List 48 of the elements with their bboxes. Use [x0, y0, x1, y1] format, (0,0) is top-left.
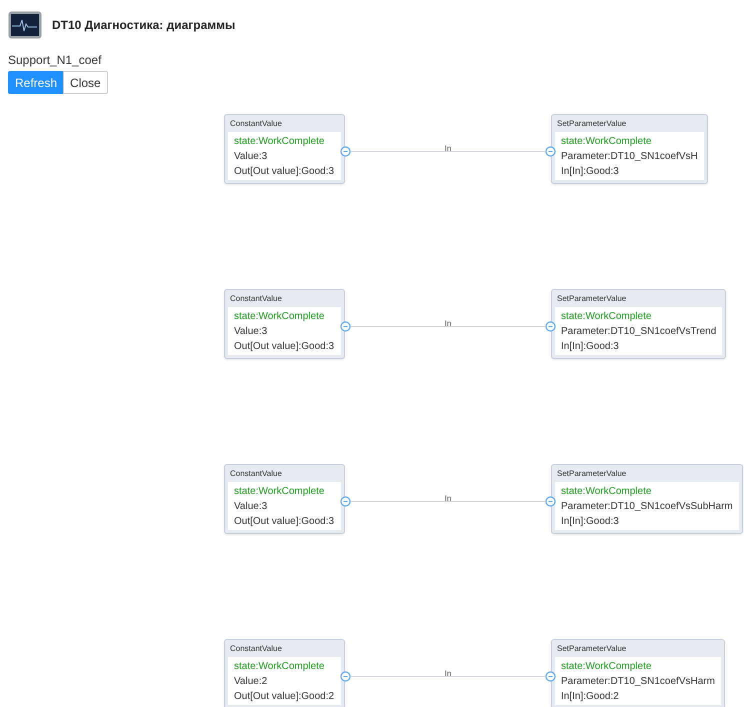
- node-state: state:WorkComplete: [561, 310, 652, 324]
- node-state: state:WorkComplete: [561, 135, 652, 149]
- port-icon[interactable]: [340, 496, 351, 507]
- node-property: Parameter:DT10_SN1coefVsH: [561, 150, 698, 164]
- node-property: Out[Out value]:Good:2: [234, 690, 334, 704]
- port-icon[interactable]: [545, 671, 556, 682]
- connector-label: In: [444, 669, 452, 678]
- node-property: Value:2: [234, 675, 268, 689]
- port-icon[interactable]: [340, 671, 351, 682]
- node-type: SetParameterValue: [556, 118, 628, 130]
- node-property: Out[Out value]:Good:3: [234, 515, 334, 529]
- connector-label: In: [444, 494, 452, 503]
- node-property: Parameter:DT10_SN1coefVsSubHarm: [561, 500, 733, 514]
- node-state: state:WorkComplete: [234, 135, 324, 149]
- diagram-name: Support_N1_coef: [8, 53, 102, 68]
- node-state: state:WorkComplete: [234, 310, 324, 324]
- node-type: SetParameterValue: [556, 293, 628, 305]
- node-property: In[In]:Good:2: [561, 690, 619, 704]
- node-property: Parameter:DT10_SN1coefVsTrend: [561, 325, 716, 339]
- node-property: Value:3: [234, 325, 268, 339]
- node-property: In[In]:Good:3: [561, 515, 619, 529]
- node-type: ConstantValue: [229, 643, 283, 655]
- port-icon[interactable]: [340, 321, 351, 332]
- node-state: state:WorkComplete: [234, 660, 324, 674]
- node-type: ConstantValue: [229, 468, 283, 480]
- port-icon[interactable]: [545, 146, 556, 157]
- connector-label: In: [444, 144, 452, 153]
- port-icon[interactable]: [545, 496, 556, 507]
- node-state: state:WorkComplete: [234, 485, 324, 499]
- window-title: DT10 Диагностика: диаграммы: [52, 18, 236, 32]
- node-state: state:WorkComplete: [561, 485, 652, 499]
- node-type: SetParameterValue: [556, 643, 628, 655]
- node-property: Parameter:DT10_SN1coefVsHarm: [561, 675, 715, 689]
- heartbeat-monitor-icon: [8, 11, 42, 39]
- node-state: state:WorkComplete: [561, 660, 652, 674]
- node-type: ConstantValue: [229, 118, 283, 130]
- node-type: ConstantValue: [229, 293, 283, 305]
- port-icon[interactable]: [545, 321, 556, 332]
- node-property: In[In]:Good:3: [561, 340, 619, 354]
- connector-label: In: [444, 319, 452, 328]
- secondary-button[interactable]: Close: [63, 71, 108, 94]
- port-icon[interactable]: [340, 146, 351, 157]
- node-property: Value:3: [234, 150, 268, 164]
- node-property: Value:3: [234, 500, 268, 514]
- node-type: SetParameterValue: [556, 468, 628, 480]
- node-property: Out[Out value]:Good:3: [234, 165, 334, 179]
- node-property: Out[Out value]:Good:3: [234, 340, 334, 354]
- node-property: In[In]:Good:3: [561, 165, 619, 179]
